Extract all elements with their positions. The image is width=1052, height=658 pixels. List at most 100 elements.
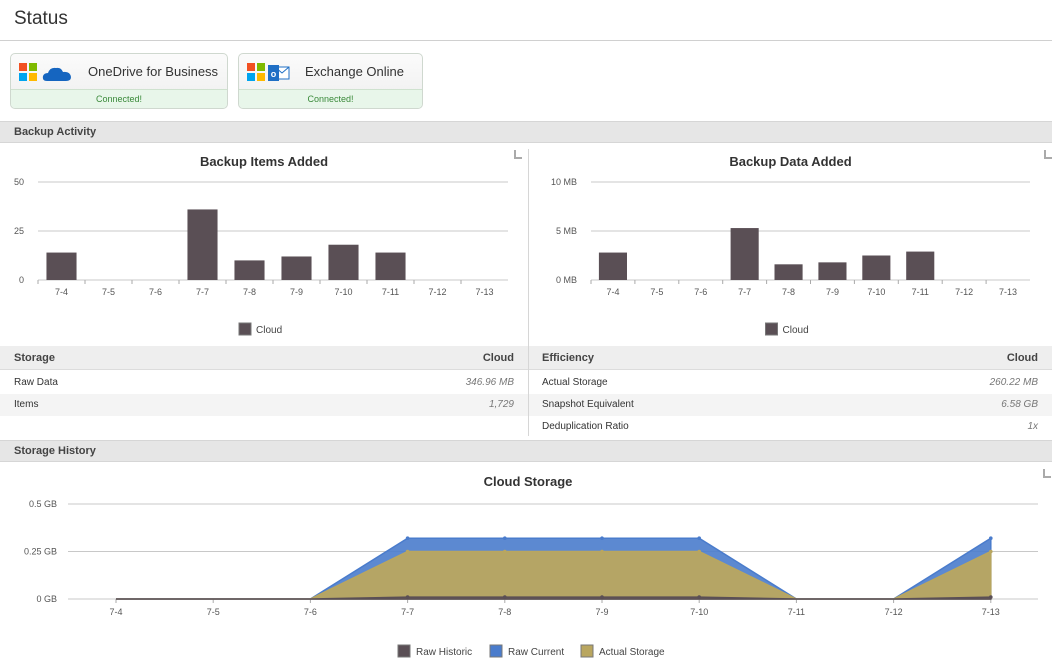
legend-label: Raw Historic	[416, 647, 472, 658]
service-name: OneDrive for Business	[88, 64, 219, 79]
x-tick-label: 7-4	[109, 607, 122, 617]
legend-label: Cloud	[256, 325, 282, 336]
data-point	[503, 549, 507, 554]
data-point	[405, 536, 410, 540]
x-tick-label: 7-12	[885, 607, 903, 617]
bar	[906, 251, 935, 280]
y-tick-label: 10 MB	[551, 177, 577, 187]
row-value: 1x	[1027, 421, 1038, 432]
svg-text:o: o	[271, 69, 277, 79]
x-tick-label: 7-7	[196, 287, 209, 297]
chart-backup-items: Backup Items Added 0 25 50 7-4 7-5 7-6 7-7 7-8 7-…	[0, 147, 528, 344]
y-tick-label: 0.25 GB	[24, 547, 57, 557]
microsoft-logo-icon	[247, 63, 265, 81]
x-tick-label: 7-8	[243, 287, 256, 297]
x-tick-label: 7-11	[788, 607, 805, 617]
row-label: Snapshot Equivalent	[542, 399, 634, 410]
legend-label: Cloud	[783, 325, 809, 336]
x-tick-label: 7-13	[982, 607, 1000, 617]
x-tick-label: 7-10	[334, 287, 352, 297]
microsoft-logo-icon	[19, 63, 37, 81]
legend-swatch	[397, 644, 411, 658]
row-value: 260.22 MB	[989, 377, 1038, 388]
section-backup-activity: Backup Activity	[0, 121, 1052, 143]
x-tick-label: 7-13	[999, 287, 1017, 297]
data-point	[697, 549, 701, 554]
outlook-icon: o	[268, 65, 290, 81]
x-tick-label: 7-8	[498, 607, 511, 617]
data-point	[600, 549, 604, 554]
table-row: Items 1,729	[0, 394, 528, 416]
row-label: Items	[14, 399, 39, 410]
row-label: Raw Data	[14, 377, 58, 388]
x-tick-label: 7-6	[149, 287, 162, 297]
data-point	[989, 536, 993, 540]
onedrive-cloud-icon	[42, 67, 71, 81]
table-row: Actual Storage 260.22 MB	[529, 372, 1052, 394]
data-point	[503, 595, 507, 599]
y-tick-label: 50	[14, 177, 24, 187]
chart-backup-data: Backup Data Added 0 MB 5 MB 10 MB 7-4 7-5 7-6 7…	[529, 147, 1052, 344]
x-tick-label: 7-12	[428, 287, 446, 297]
x-tick-label: 7-8	[782, 287, 795, 297]
x-tick-label: 7-9	[826, 287, 839, 297]
legend-swatch	[580, 644, 594, 658]
service-card-onedrive[interactable]: OneDrive for Business Connected!	[10, 53, 228, 109]
row-label: Deduplication Ratio	[542, 421, 629, 432]
x-tick-label: 7-9	[595, 607, 608, 617]
data-point	[989, 549, 993, 554]
data-point	[503, 536, 507, 540]
data-point	[989, 595, 993, 599]
x-tick-label: 7-7	[401, 607, 414, 617]
table-row: Snapshot Equivalent 6.58 GB	[529, 394, 1052, 416]
chart-history-svg: Cloud Storage 0 GB 0.25 GB 0.5 GB 7-4 7-5 7-6 7…	[24, 474, 1038, 658]
chart-title: Backup Items Added	[200, 154, 328, 169]
chart-expand-icon[interactable]	[514, 150, 522, 159]
storage-col-cloud: Cloud	[482, 352, 514, 364]
x-tick-label: 7-4	[55, 287, 68, 297]
bar	[774, 264, 803, 280]
chart-expand-icon[interactable]	[1043, 469, 1051, 478]
y-tick-label: 0.5 GB	[29, 499, 57, 509]
section-storage-history: Storage History	[0, 440, 1052, 462]
efficiency-header: Efficiency Cloud	[529, 346, 1052, 370]
service-name: Exchange Online	[305, 64, 405, 79]
title-divider	[0, 40, 1052, 41]
y-tick-label: 25	[14, 226, 24, 236]
chart-expand-icon[interactable]	[1044, 150, 1052, 159]
row-label: Actual Storage	[542, 377, 608, 388]
bar	[862, 255, 891, 280]
y-tick-label: 5 MB	[556, 226, 577, 236]
legend-swatch	[489, 644, 503, 658]
chart-title: Cloud Storage	[484, 474, 573, 489]
bar	[46, 252, 77, 280]
x-tick-label: 7-10	[867, 287, 885, 297]
bar	[730, 228, 759, 280]
x-tick-label: 7-5	[650, 287, 663, 297]
area-series	[116, 550, 992, 600]
bar	[234, 260, 265, 280]
x-tick-label: 7-5	[102, 287, 115, 297]
y-tick-label: 0	[19, 275, 24, 285]
data-point	[405, 549, 410, 554]
row-value: 1,729	[488, 399, 514, 410]
efficiency-heading: Efficiency	[542, 352, 594, 364]
x-tick-label: 7-6	[694, 287, 707, 297]
area-series	[116, 596, 992, 600]
storage-heading: Storage	[14, 352, 55, 364]
service-card-exchange[interactable]: o Exchange Online Connected!	[238, 53, 423, 109]
x-tick-label: 7-13	[475, 287, 493, 297]
x-tick-label: 7-9	[290, 287, 303, 297]
service-status: Connected!	[239, 89, 422, 108]
x-tick-label: 7-12	[955, 287, 973, 297]
row-value: 6.58 GB	[1001, 399, 1038, 410]
chart-items-svg: Backup Items Added 0 25 50 7-4 7-5 7-6 7-7 7-8 7-…	[14, 154, 508, 336]
y-tick-label: 0 GB	[36, 594, 57, 604]
legend-swatch	[765, 322, 778, 336]
storage-header: Storage Cloud	[0, 346, 528, 370]
bar	[328, 244, 359, 280]
y-tick-label: 0 MB	[556, 275, 577, 285]
x-tick-label: 7-11	[382, 287, 399, 297]
efficiency-col-cloud: Cloud	[1006, 352, 1038, 364]
service-status: Connected!	[11, 89, 227, 108]
